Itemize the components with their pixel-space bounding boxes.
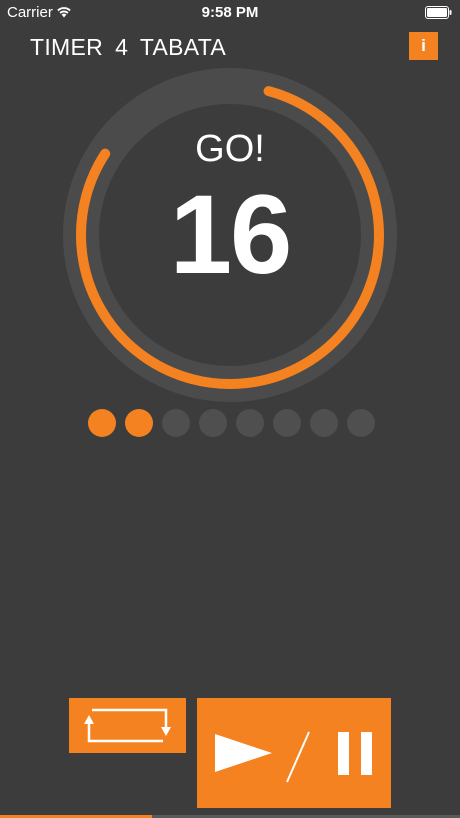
round-dot <box>88 409 116 437</box>
battery-icon <box>425 6 452 24</box>
header-title-right: TABATA <box>139 34 227 60</box>
phase-label: GO! <box>195 128 265 170</box>
round-indicator <box>88 409 384 437</box>
round-dot <box>310 409 338 437</box>
round-dot <box>347 409 375 437</box>
play-icon <box>215 734 272 772</box>
info-button[interactable]: i <box>409 32 438 60</box>
header-title-left: TIMER <box>30 34 104 60</box>
repeat-button[interactable] <box>69 698 186 753</box>
pause-icon <box>338 732 349 775</box>
status-time: 9:58 PM <box>201 4 259 21</box>
app-screen: Carrier 9:58 PM TIMER 4 TABATA i GO! 16 <box>0 0 460 818</box>
round-dot <box>236 409 264 437</box>
round-dot <box>125 409 153 437</box>
status-bar: Carrier 9:58 PM <box>0 0 460 26</box>
repeat-icon <box>84 708 171 743</box>
round-dot <box>199 409 227 437</box>
play-pause-button[interactable] <box>197 698 391 808</box>
pause-icon-bar-2 <box>361 732 372 775</box>
divider-slash <box>286 731 310 783</box>
timer-number: 4 <box>115 34 128 60</box>
countdown-seconds: 16 <box>169 172 293 297</box>
timer-ring: GO! 16 <box>63 68 397 402</box>
screen-header: TIMER 4 TABATA <box>30 32 226 62</box>
round-dot <box>162 409 190 437</box>
round-dot <box>273 409 301 437</box>
